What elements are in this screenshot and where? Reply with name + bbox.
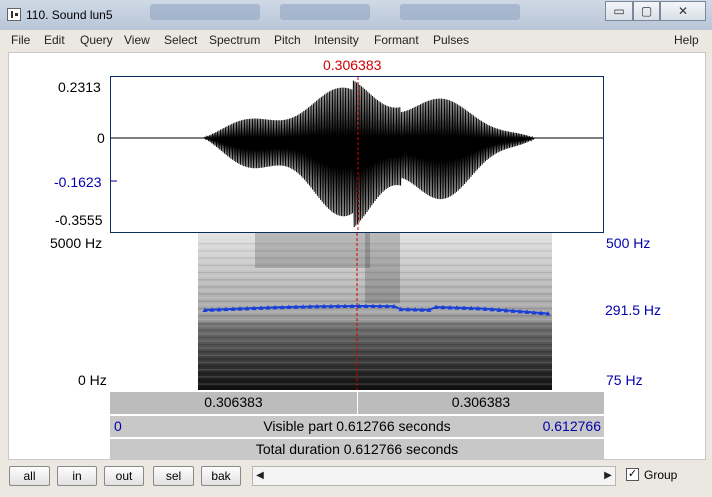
horizontal-scrollbar[interactable]: ◀ ▶ <box>252 466 616 486</box>
waveform-view[interactable] <box>110 76 604 233</box>
menu-pulses[interactable]: Pulses <box>433 33 469 47</box>
zoom-in-button[interactable]: in <box>57 466 97 486</box>
menu-bar: File Edit Query View Select Spectrum Pit… <box>0 30 712 50</box>
background-blur <box>280 4 370 20</box>
visible-end-label: 0.612766 <box>542 418 601 434</box>
menu-query[interactable]: Query <box>80 33 113 47</box>
title-bar: 110. Sound lun5 ▭ ▢ ✕ <box>0 0 712 31</box>
group-label: Group <box>644 468 678 482</box>
waveform-plot <box>111 77 603 232</box>
menu-edit[interactable]: Edit <box>44 33 65 47</box>
spectrogram-view[interactable] <box>110 233 604 390</box>
spectrogram-plot <box>198 233 552 390</box>
show-all-button[interactable]: all <box>9 466 50 486</box>
total-duration-label: Total duration 0.612766 seconds <box>255 441 459 457</box>
minimize-button[interactable]: ▭ <box>605 1 633 21</box>
scroll-left-arrow-icon[interactable]: ◀ <box>253 467 267 485</box>
scroll-right-arrow-icon[interactable]: ▶ <box>601 467 615 485</box>
close-button[interactable]: ✕ <box>660 1 706 21</box>
maximize-button[interactable]: ▢ <box>633 1 660 21</box>
praat-sound-window: 110. Sound lun5 ▭ ▢ ✕ File Edit Query Vi… <box>0 0 712 497</box>
waveform-zero-label: 0 <box>97 130 105 146</box>
visible-start-label: 0 <box>114 418 122 434</box>
waveform-ymax-label: 0.2313 <box>58 79 101 95</box>
group-checkbox[interactable]: ✓ <box>626 468 639 481</box>
pitch-mid-label: 291.5 Hz <box>605 302 662 318</box>
praat-app-icon <box>7 8 21 21</box>
visible-part-label: Visible part 0.612766 seconds <box>263 418 451 434</box>
pitch-top-label: 500 Hz <box>606 235 651 251</box>
background-blur <box>150 4 260 20</box>
zoom-back-button[interactable]: bak <box>201 466 241 486</box>
visible-part-bar[interactable]: 0 Visible part 0.612766 seconds 0.612766 <box>110 415 604 437</box>
menu-pitch[interactable]: Pitch <box>274 33 301 47</box>
total-duration-bar[interactable]: Total duration 0.612766 seconds <box>110 438 604 460</box>
left-time-segment[interactable]: 0.306383 <box>110 391 357 414</box>
menu-formant[interactable]: Formant <box>374 33 419 47</box>
waveform-cursor-value-label: -0.1623 <box>54 174 102 190</box>
right-time-label: 0.306383 <box>451 394 511 410</box>
background-blur <box>400 4 520 20</box>
spectrogram-bottom-freq-label: 0 Hz <box>78 372 107 388</box>
pitch-bottom-label: 75 Hz <box>606 372 643 388</box>
spectrogram-top-freq-label: 5000 Hz <box>50 235 103 251</box>
menu-select[interactable]: Select <box>164 33 197 47</box>
menu-view[interactable]: View <box>124 33 150 47</box>
menu-help[interactable]: Help <box>674 33 699 47</box>
cursor-time-label: 0.306383 <box>323 57 382 73</box>
right-time-segment[interactable]: 0.306383 <box>357 391 604 414</box>
zoom-out-button[interactable]: out <box>104 466 144 486</box>
waveform-ymin-label: -0.3555 <box>55 212 103 228</box>
menu-spectrum[interactable]: Spectrum <box>209 33 260 47</box>
menu-file[interactable]: File <box>11 33 30 47</box>
menu-intensity[interactable]: Intensity <box>314 33 359 47</box>
bottom-toolbar: all in out sel bak ◀ ▶ ✓ Group <box>0 460 712 497</box>
left-time-label: 0.306383 <box>204 394 263 410</box>
window-title: 110. Sound lun5 <box>26 8 113 22</box>
zoom-selection-button[interactable]: sel <box>153 466 194 486</box>
